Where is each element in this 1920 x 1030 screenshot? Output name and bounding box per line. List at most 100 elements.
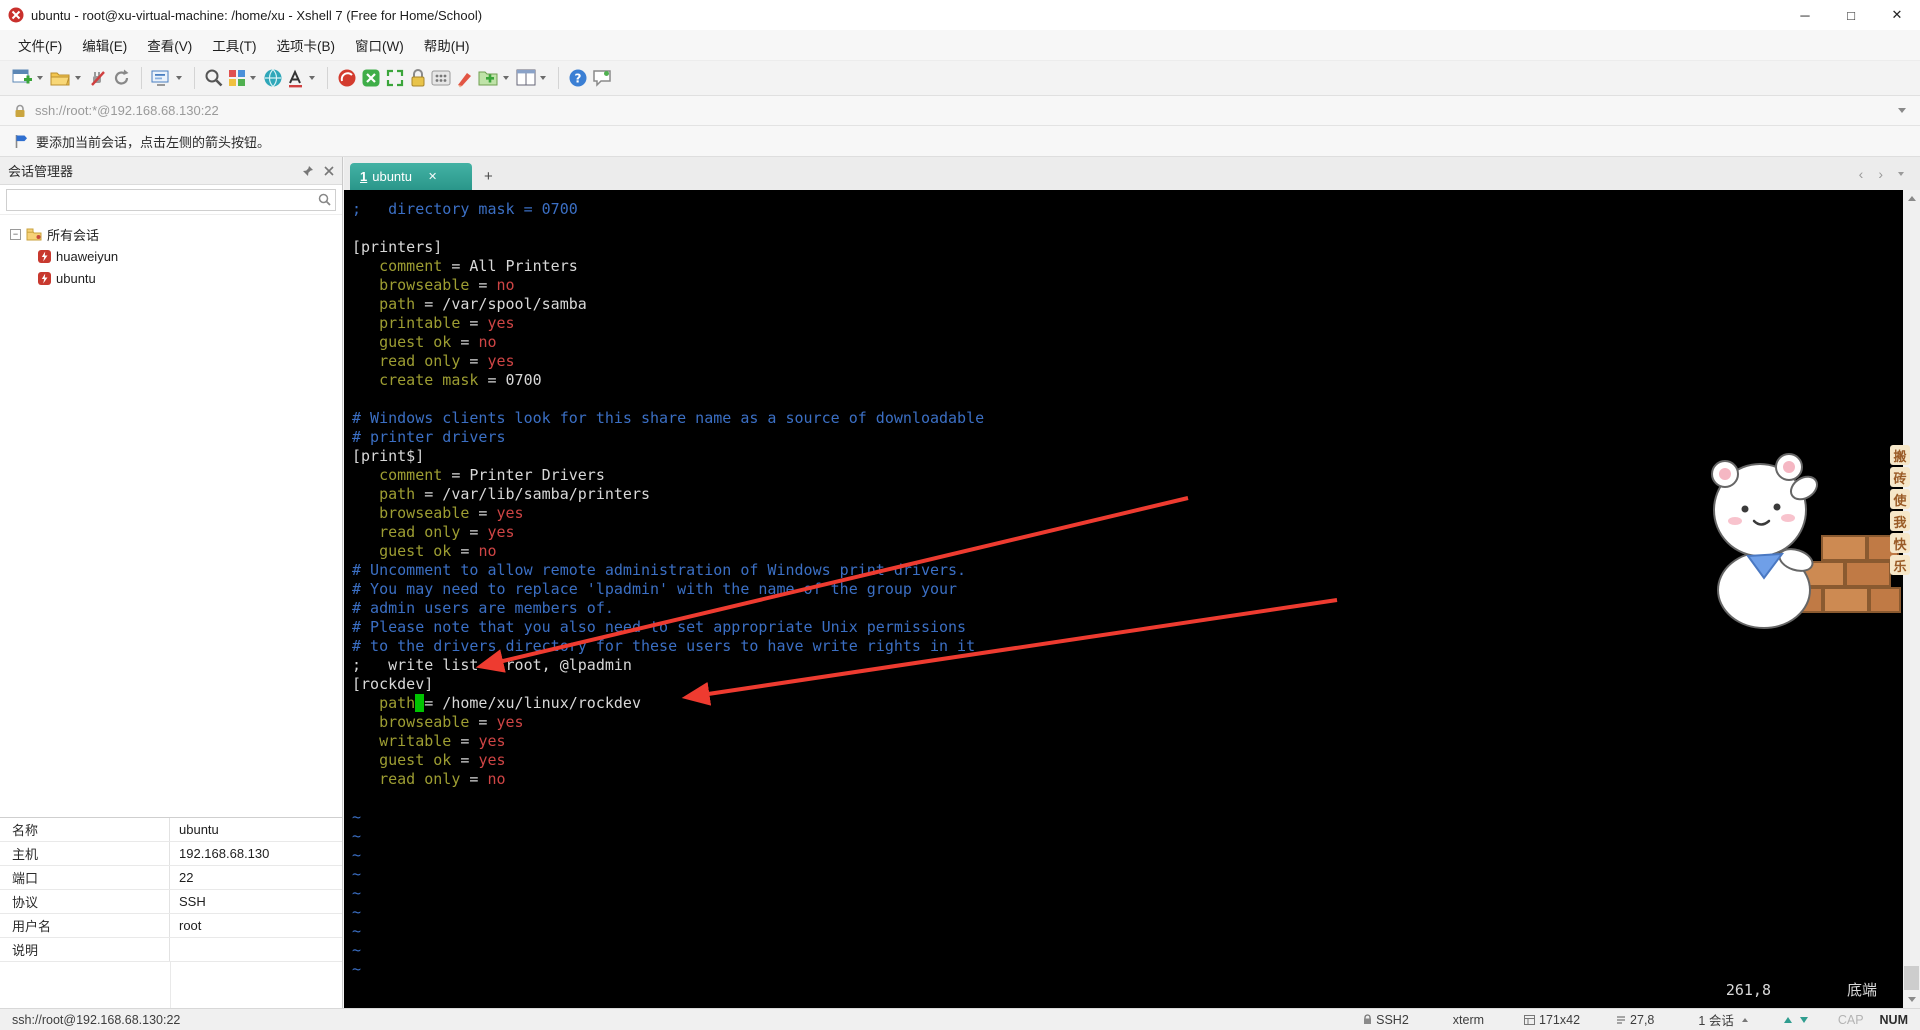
minimize-button[interactable]: ─ [1782,0,1828,30]
status-session-count[interactable]: 1 会话 [1698,1010,1747,1029]
disconnect-button[interactable] [86,64,110,92]
tab-list-dropdown-icon[interactable] [1898,172,1904,176]
terminal-text: # Windows clients look for this share na… [352,409,984,427]
terminal-text: = [460,314,487,332]
scroll-up-icon[interactable] [1903,190,1920,207]
property-value: SSH [170,890,342,913]
menu-item[interactable]: 编辑(E) [72,31,137,59]
terminal-text: create mask [352,371,478,389]
status-terminal-type[interactable]: xterm [1453,1013,1484,1027]
terminal-text: ~ [352,827,361,845]
menu-item[interactable]: 帮助(H) [414,31,480,59]
panel-close-icon[interactable] [324,166,334,176]
lock-screen-button[interactable] [407,64,429,92]
layout-button[interactable] [514,64,538,92]
help-button[interactable]: ? [566,64,590,92]
scrollbar-track[interactable] [1903,207,1920,991]
terminal-line: ~ [352,922,1920,941]
terminal-text: read only [352,770,460,788]
pin-icon[interactable] [302,165,314,177]
status-screen-size: 171x42 [1524,1013,1580,1027]
search-icon[interactable] [318,193,331,206]
menu-item[interactable]: 窗口(W) [345,31,414,59]
vim-status-line: 261,8 底端 [1726,981,1877,1000]
session-icon [38,250,51,263]
terminal-line: guest ok = no [352,333,1920,352]
protocol-lock-icon [1363,1014,1372,1025]
tab-ubuntu[interactable]: 1 ubuntu ✕ [350,163,472,190]
scroll-shortcuts[interactable] [1784,1017,1808,1023]
layout-dropdown-icon[interactable] [540,76,546,80]
feedback-button[interactable] [590,64,614,92]
open-session-button[interactable] [48,64,73,92]
session-tree-root[interactable]: − 所有会话 [0,223,342,245]
close-button[interactable]: ✕ [1874,0,1920,30]
highlighter-button[interactable] [453,64,476,92]
terminal-line: read only = yes [352,523,1920,542]
open-session-dropdown-icon[interactable] [75,76,81,80]
color-scheme-dropdown-icon[interactable] [250,76,256,80]
terminal-text: = /home/xu/linux/rockdev [424,694,641,712]
menu-item[interactable]: 选项卡(B) [267,31,346,59]
font-button[interactable] [285,64,307,92]
tab-close-icon[interactable]: ✕ [428,170,437,183]
terminal-text: guest ok [352,751,451,769]
session-item-ubuntu[interactable]: ubuntu [0,267,342,289]
xftp-launch-button[interactable] [335,64,359,92]
terminal-text: ~ [352,808,361,826]
scrollbar-thumb[interactable] [1904,966,1919,990]
duplicate-session-button[interactable] [149,64,174,92]
terminal-line: comment = Printer Drivers [352,466,1920,485]
session-search-input[interactable] [11,193,318,207]
collapse-icon[interactable]: − [10,229,21,240]
terminal-line: path = /home/xu/linux/rockdev [352,694,1920,713]
property-row: 名称ubuntu [0,818,342,842]
terminal-line [352,390,1920,409]
toolbar-separator [194,67,195,89]
scroll-down-icon[interactable] [1903,991,1920,1008]
menu-item[interactable]: 查看(V) [137,31,202,59]
terminal-text: = /var/spool/samba [415,295,587,313]
property-label: 说明 [0,938,170,961]
tab-scroll-left-icon[interactable]: ‹ [1859,166,1864,182]
terminal-scrollbar[interactable] [1903,190,1920,1008]
terminal-text: = [451,542,478,560]
terminal-line: browseable = yes [352,713,1920,732]
duplicate-session-dropdown-icon[interactable] [176,76,182,80]
color-scheme-button[interactable] [226,64,248,92]
menu-item[interactable]: 工具(T) [202,31,266,59]
title-bar: ubuntu - root@xu-virtual-machine: /home/… [0,0,1920,30]
address-dropdown-icon[interactable] [1898,108,1906,113]
xmanager-launch-button[interactable] [359,64,383,92]
terminal-text: ~ [352,903,361,921]
globe-button[interactable] [261,64,285,92]
new-file-button[interactable] [476,64,501,92]
terminal[interactable]: ; directory mask = 0700 [printers] comme… [344,190,1920,1008]
new-tab-button[interactable]: + [484,168,493,185]
reconnect-button[interactable] [110,64,134,92]
terminal-text: yes [487,523,514,541]
info-bar: 要添加当前会话，点击左侧的箭头按钮。 [0,126,1920,157]
terminal-line [352,219,1920,238]
tab-scroll-right-icon[interactable]: › [1878,166,1883,182]
keypad-button[interactable] [429,64,453,92]
terminal-text: = [451,333,478,351]
new-session-dropdown-icon[interactable] [37,76,43,80]
terminal-text: browseable [352,713,469,731]
font-dropdown-icon[interactable] [309,76,315,80]
terminal-text: no [497,276,515,294]
terminal-line: # Uncomment to allow remote administrati… [352,561,1920,580]
terminal-text: ~ [352,865,361,883]
maximize-button[interactable]: □ [1828,0,1874,30]
window-title: ubuntu - root@xu-virtual-machine: /home/… [31,8,482,23]
find-button[interactable] [202,64,226,92]
terminal-text: yes [478,751,505,769]
address-bar[interactable]: ssh://root:*@192.168.68.130:22 [0,96,1920,126]
fullscreen-button[interactable] [383,64,407,92]
new-session-button[interactable] [10,64,35,92]
menu-item[interactable]: 文件(F) [8,31,72,59]
session-item-huaweiyun[interactable]: huaweiyun [0,245,342,267]
new-file-dropdown-icon[interactable] [503,76,509,80]
terminal-line: ~ [352,960,1920,979]
tab-number: 1 [360,169,367,184]
